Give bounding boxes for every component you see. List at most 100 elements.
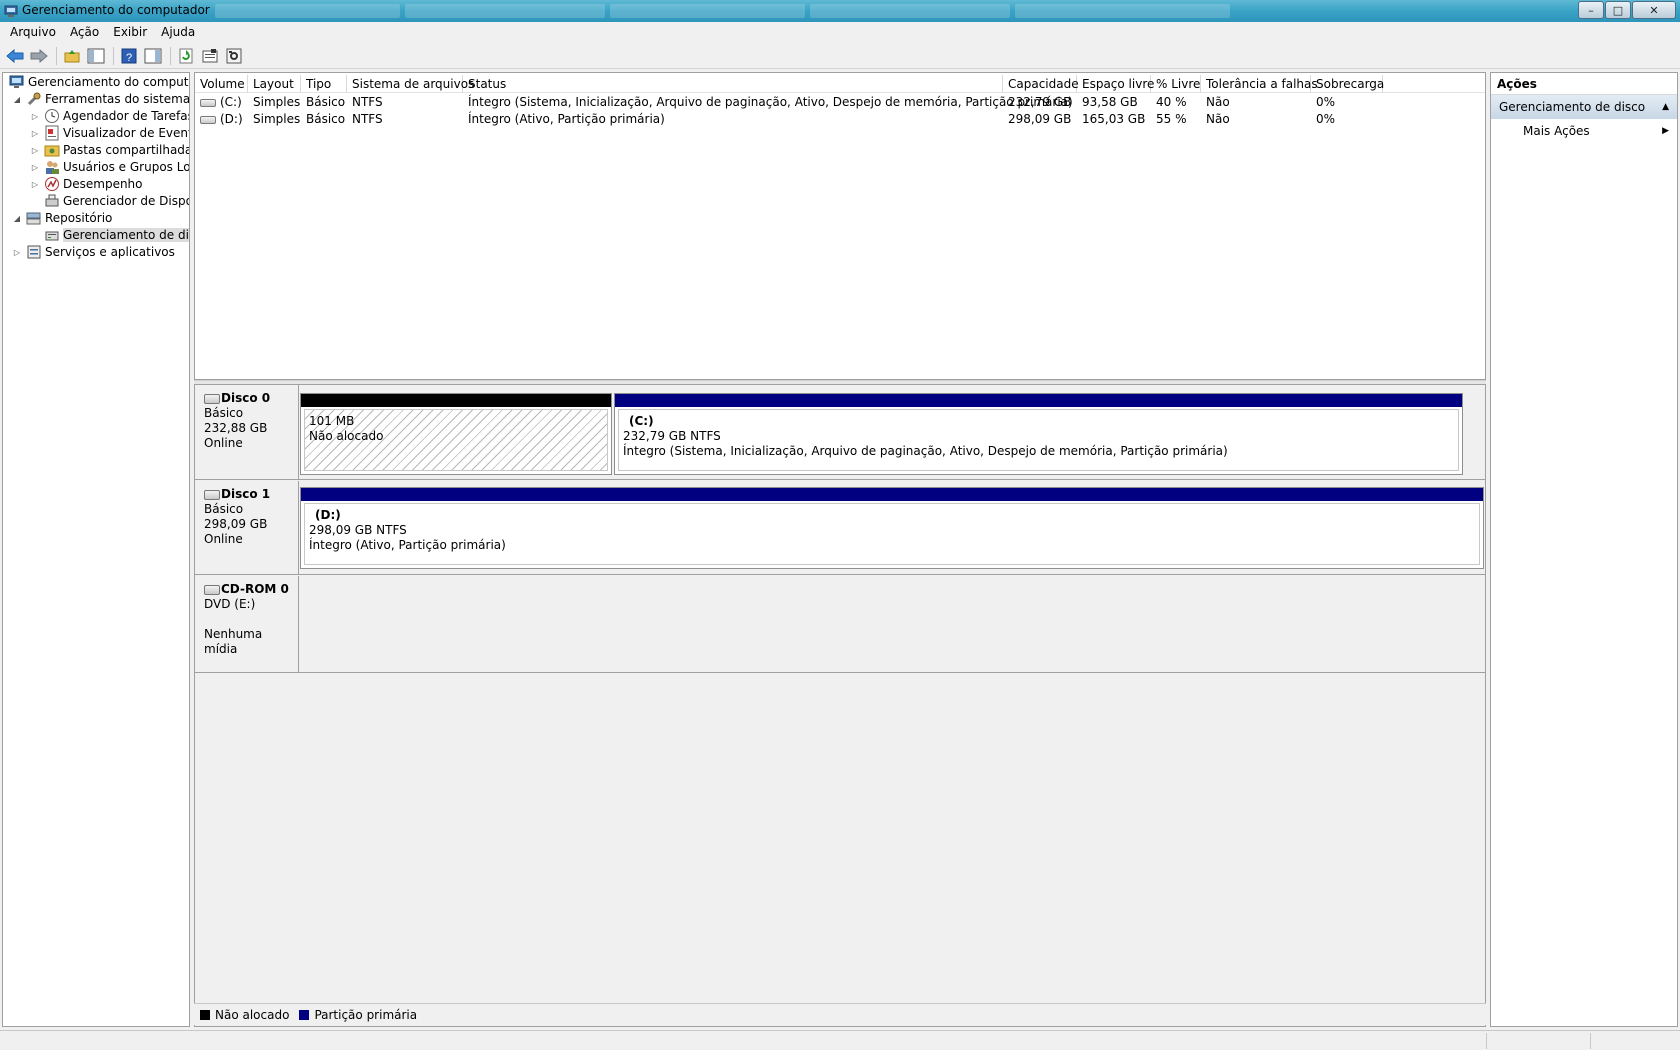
tree-item-label: Gerenciador de Disposit — [63, 194, 189, 208]
performance-icon — [45, 177, 59, 191]
tree-item-system-tools[interactable]: ◢ Ferramentas do sistema — [11, 90, 189, 108]
tree-item-task-scheduler[interactable]: ▷ Agendador de Tarefas — [29, 107, 190, 125]
tree-item-label: Agendador de Tarefas — [63, 109, 190, 123]
menu-arquivo[interactable]: Arquivo — [4, 25, 62, 39]
up-folder-button[interactable] — [61, 46, 83, 66]
computer-mgmt-icon — [4, 5, 18, 17]
tree-item-label: Gerenciamento de disco — [63, 228, 189, 242]
back-button[interactable] — [4, 46, 26, 66]
background-taskbar-tab — [405, 4, 605, 18]
show-hide-tree-icon — [87, 48, 105, 63]
column-header-fault-tolerance[interactable]: Tolerância a falhas — [1201, 75, 1318, 93]
cell-status: Íntegro (Sistema, Inicialização, Arquivo… — [468, 95, 1073, 109]
column-header-volume[interactable]: Volume — [195, 75, 248, 93]
disk-1-label[interactable]: Disco 1 Básico 298,09 GB Online — [195, 481, 299, 575]
table-row[interactable]: (C:) Simples Básico NTFS Íntegro (Sistem… — [195, 94, 1485, 111]
disk-0-label[interactable]: Disco 0 Básico 232,88 GB Online — [195, 385, 299, 480]
cell-volume: (D:) — [195, 111, 243, 128]
services-icon — [27, 245, 41, 259]
tree-expander[interactable]: ▷ — [11, 248, 23, 257]
cell-tipo: Básico — [306, 95, 346, 109]
partition-body: (D:) 298,09 GB NTFS Íntegro (Ativo, Part… — [304, 503, 1480, 565]
cell-layout: Simples — [253, 95, 301, 109]
tree-item-label: Desempenho — [63, 177, 143, 191]
tree-expander[interactable]: ◢ — [11, 214, 23, 223]
partition-d[interactable]: (D:) 298,09 GB NTFS Íntegro (Ativo, Part… — [300, 487, 1484, 569]
tree-item-event-viewer[interactable]: ▷ Visualizador de Eventos — [29, 124, 189, 142]
properties-icon — [202, 48, 218, 62]
tree-item-shared-folders[interactable]: ▷ Pastas compartilhadas — [29, 141, 190, 159]
title-bar: Gerenciamento do computador – □ ✕ — [0, 0, 1680, 22]
tree-item-device-manager[interactable]: Gerenciador de Disposit — [29, 192, 189, 210]
partition-c[interactable]: (C:) 232,79 GB NTFS Íntegro (Sistema, In… — [614, 393, 1463, 475]
svg-text:?: ? — [126, 52, 132, 64]
partition-bar-primary — [301, 488, 1483, 501]
partition-bar-unallocated — [301, 394, 611, 407]
column-header-status[interactable]: Status — [463, 75, 1003, 93]
show-hide-action-button[interactable] — [142, 46, 164, 66]
show-hide-tree-button[interactable] — [85, 46, 107, 66]
tree-item-label: Visualizador de Eventos — [63, 126, 189, 140]
partition-volume-name: (C:) — [629, 414, 654, 428]
tree-expander[interactable]: ▷ — [29, 146, 41, 155]
shared-folder-icon — [44, 145, 60, 157]
action-label: Mais Ações — [1523, 124, 1590, 138]
partition-status: Íntegro (Sistema, Inicialização, Arquivo… — [623, 444, 1228, 458]
column-header-free-space[interactable]: Espaço livre — [1077, 75, 1154, 93]
cdrom-0-label[interactable]: CD-ROM 0 DVD (E:) Nenhuma mídia — [195, 576, 299, 673]
disk-name: Disco 0 — [204, 391, 298, 406]
tree-expander[interactable]: ▷ — [29, 129, 41, 138]
partition-unallocated[interactable]: 101 MB Não alocado — [300, 393, 612, 475]
minimize-button[interactable]: – — [1578, 1, 1604, 19]
menu-exibir[interactable]: Exibir — [107, 25, 153, 39]
actions-section-disk-management[interactable]: Gerenciamento de disco ▲ — [1491, 95, 1677, 119]
disk-size: 232,88 GB — [204, 421, 268, 435]
settings-button[interactable] — [223, 46, 245, 66]
column-header-percent-free[interactable]: % Livre — [1151, 75, 1201, 93]
background-taskbar-tab — [215, 4, 400, 18]
tree-item-services-applications[interactable]: ▷ Serviços e aplicativos — [11, 243, 175, 261]
cdrom-0-row — [299, 576, 1485, 673]
close-button[interactable]: ✕ — [1632, 1, 1676, 19]
tree-expander[interactable]: ▷ — [29, 180, 41, 189]
toolbar-separator — [170, 46, 171, 65]
volume-list-header: Volume Layout Tipo Sistema de arquivos S… — [195, 75, 1485, 93]
tree-item-local-users-groups[interactable]: ▷ Usuários e Grupos Loca — [29, 158, 189, 176]
navigation-tree: Gerenciamento do computado ◢ Ferramentas… — [2, 72, 190, 1027]
menu-ajuda[interactable]: Ajuda — [155, 25, 201, 39]
action-more-actions[interactable]: Mais Ações ▶ — [1491, 119, 1677, 143]
help-button[interactable]: ? — [118, 46, 140, 66]
tree-item-computer-management[interactable]: Gerenciamento do computado — [5, 73, 189, 91]
column-header-layout[interactable]: Layout — [248, 75, 301, 93]
tree-item-disk-management[interactable]: Gerenciamento de disco — [29, 226, 189, 244]
column-header-capacity[interactable]: Capacidade — [1003, 75, 1079, 93]
help-icon: ? — [121, 48, 137, 64]
cell-overhead: 0% — [1316, 95, 1336, 109]
tree-item-label: Pastas compartilhadas — [63, 143, 190, 157]
tree-item-label: Serviços e aplicativos — [45, 245, 175, 259]
tree-item-performance[interactable]: ▷ Desempenho — [29, 175, 143, 193]
tree-item-storage[interactable]: ◢ Repositório — [11, 209, 112, 227]
cell-free-space: 165,03 GB — [1082, 112, 1146, 126]
tree-expander[interactable]: ▷ — [29, 163, 41, 172]
up-folder-icon — [64, 49, 80, 62]
column-header-filesystem[interactable]: Sistema de arquivos — [347, 75, 474, 93]
forward-button[interactable] — [28, 46, 50, 66]
menu-acao[interactable]: Ação — [64, 25, 105, 39]
tree-expander[interactable]: ◢ — [11, 95, 23, 104]
cell-tipo: Básico — [306, 112, 346, 126]
cell-status: Íntegro (Ativo, Partição primária) — [468, 112, 665, 126]
restore-button[interactable]: □ — [1605, 1, 1631, 19]
submenu-arrow-icon: ▶ — [1662, 126, 1669, 136]
cell-percent-free: 55 % — [1156, 112, 1187, 126]
tree-item-label: Gerenciamento do computado — [28, 75, 189, 89]
properties-button[interactable] — [199, 46, 221, 66]
column-header-overhead[interactable]: Sobrecarga — [1311, 75, 1384, 93]
column-header-tipo[interactable]: Tipo — [301, 75, 347, 93]
refresh-button[interactable] — [175, 46, 197, 66]
table-row[interactable]: (D:) Simples Básico NTFS Íntegro (Ativo,… — [195, 111, 1485, 128]
users-icon — [46, 161, 59, 174]
collapse-icon[interactable]: ▲ — [1662, 95, 1669, 119]
device-manager-icon — [45, 194, 59, 207]
tree-expander[interactable]: ▷ — [29, 112, 41, 121]
